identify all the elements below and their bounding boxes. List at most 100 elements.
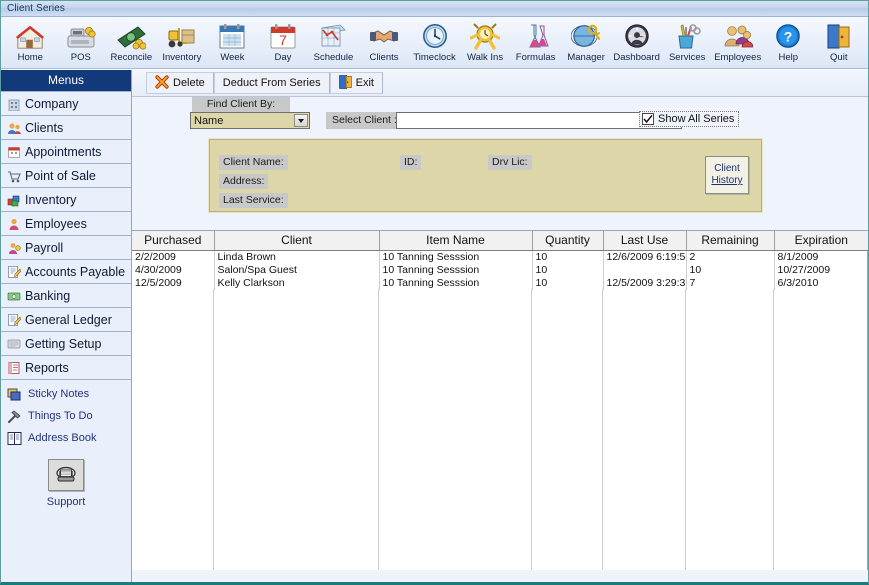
delete-button[interactable]: Delete [146, 72, 214, 94]
chevron-down-icon[interactable] [294, 114, 308, 127]
calendar-week-icon [217, 21, 247, 51]
sticky-note-icon [5, 387, 23, 402]
sidebar-item-clients[interactable]: Clients [1, 116, 131, 140]
table-cell: Salon/Spa Guest [214, 263, 380, 277]
sidebar-sub-item-label: Things To Do [28, 410, 93, 422]
gauge-person-icon [622, 21, 652, 51]
table-row[interactable]: 12/5/2009 Kelly Clarkson 10 Tanning Sesssi… [132, 276, 868, 290]
exit-button[interactable]: Exit [329, 72, 383, 94]
support-button[interactable]: Support [1, 459, 131, 508]
address-label: Address: [219, 174, 269, 189]
window-titlebar: Client Series [1, 1, 868, 17]
table-cell: 6/3/2010 [777, 276, 819, 289]
sidebar-item-company[interactable]: Company [1, 92, 131, 116]
svg-text:?: ? [784, 29, 793, 45]
action-toolbar: Delete Deduct From Series Exit [132, 70, 868, 97]
delete-x-icon [155, 74, 169, 92]
content-area: Delete Deduct From Series Exit Find Clie… [132, 70, 868, 582]
series-grid[interactable]: Purchased Client Item Name Quantity Last Use… [132, 230, 868, 570]
toolbar-button-formulas[interactable]: Formulas [510, 19, 561, 67]
sidebar-item-label: Company [25, 96, 79, 111]
sidebar-item-getting-setup[interactable]: Getting Setup [1, 332, 131, 356]
money-coins-icon [116, 21, 147, 51]
column-header[interactable]: Client [214, 231, 380, 251]
table-cell: 10 Tanning Sesssion [379, 276, 533, 290]
toolbar-button-schedule[interactable]: Schedule [308, 19, 359, 67]
table-row[interactable]: 2/2/2009 Linda Brown 10 Tanning Sesssion 10… [132, 250, 868, 264]
toolbar-button-day[interactable]: 7 Day [258, 19, 309, 67]
toolbar-button-quit[interactable]: Quit [814, 19, 865, 67]
sidebar-sub-item-label: Sticky Notes [28, 388, 90, 400]
client-history-button[interactable]: Client History [705, 156, 749, 194]
sidebar-item-label: Point of Sale [25, 168, 96, 183]
toolbar-button-employees[interactable]: Employees [712, 19, 763, 67]
toolbar-button-label: Dashboard [613, 52, 660, 63]
sidebar-item-payroll[interactable]: Payroll [1, 236, 131, 260]
table-cell: 7 [686, 276, 775, 290]
find-client-by-value: Name [194, 114, 224, 127]
calendar-icon [5, 145, 22, 159]
table-cell: 10 [686, 263, 775, 277]
payroll-icon [5, 241, 22, 255]
toolbar-button-label: Formulas [515, 52, 556, 63]
calendar-day-icon: 7 [268, 21, 298, 51]
column-header[interactable]: Purchased [132, 231, 215, 251]
client-name-label: Client Name: [219, 155, 288, 170]
sidebar-item-inventory[interactable]: Inventory [1, 188, 131, 212]
ledger-icon [5, 313, 22, 327]
toolbar-button-services[interactable]: Services [662, 19, 713, 67]
table-cell: 10/27/2009 [777, 263, 831, 276]
table-cell: 10 [532, 250, 604, 264]
toolbar-button-label: Help [778, 52, 798, 63]
checkbox-box[interactable] [642, 113, 654, 125]
sidebar-item-label: Appointments [25, 144, 102, 159]
toolbar-button-label: Quit [830, 52, 848, 63]
toolbar-button-help[interactable]: ? Help [763, 19, 814, 67]
exit-door-icon [338, 74, 352, 92]
show-all-series-checkbox[interactable]: Show All Series [639, 111, 740, 127]
sidebar-sub-item-address-book[interactable]: Address Book [1, 427, 131, 449]
sidebar-item-appointments[interactable]: Appointments [1, 140, 131, 164]
sidebar-sub-item-things-to-do[interactable]: Things To Do [1, 405, 131, 427]
exit-label: Exit [355, 77, 374, 89]
column-header[interactable]: Quantity [532, 231, 604, 251]
sidebar-item-banking[interactable]: Banking [1, 284, 131, 308]
column-header[interactable]: Item Name [379, 231, 533, 251]
toolbar-button-home[interactable]: Home [5, 19, 56, 67]
invoice-icon [5, 265, 22, 279]
table-row[interactable]: 4/30/2009 Salon/Spa Guest 10 Tanning Sesss… [132, 263, 868, 277]
exit-door-icon [824, 21, 854, 51]
table-cell: 12/5/2009 [132, 276, 215, 290]
address-book-icon [5, 431, 23, 446]
sidebar-item-employees[interactable]: Employees [1, 212, 131, 236]
find-client-by-select[interactable]: Name [190, 112, 310, 129]
sidebar-header: Menus [1, 70, 131, 92]
deduct-from-series-button[interactable]: Deduct From Series [213, 72, 330, 94]
column-header[interactable]: Expiration [774, 231, 868, 251]
toolbar-button-label: Walk Ins [467, 52, 504, 63]
table-cell [603, 263, 687, 277]
toolbar-button-week[interactable]: Week [207, 19, 258, 67]
sidebar-sub-list: Sticky Notes Things To Do Address Book [1, 380, 131, 449]
sidebar-item-reports[interactable]: Reports [1, 356, 131, 380]
sidebar-sub-item-sticky-notes[interactable]: Sticky Notes [1, 383, 131, 405]
money-icon [5, 289, 22, 303]
toolbar-button-reconcile[interactable]: Reconcile [106, 19, 157, 67]
sidebar-item-label: Reports [25, 360, 69, 375]
toolbar-button-inventory[interactable]: Inventory [157, 19, 208, 67]
table-cell: 2/2/2009 [132, 250, 215, 264]
toolbar-button-pos[interactable]: POS [56, 19, 107, 67]
column-header[interactable]: Last Use [603, 231, 687, 251]
sidebar-item-point-of-sale[interactable]: Point of Sale [1, 164, 131, 188]
toolbar-button-dashboard[interactable]: Dashboard [611, 19, 662, 67]
toolbar-button-label: Clients [369, 52, 399, 63]
column-header[interactable]: Remaining [686, 231, 775, 251]
toolbar-button-walk-ins[interactable]: Walk Ins [460, 19, 511, 67]
sidebar-item-general-ledger[interactable]: General Ledger [1, 308, 131, 332]
telephone-icon [48, 459, 84, 491]
sidebar-item-accounts-payable[interactable]: Accounts Payable [1, 260, 131, 284]
toolbar-button-manager[interactable]: Manager [561, 19, 612, 67]
toolbar-button-clients[interactable]: Clients [359, 19, 410, 67]
main-body: Menus Company Clients Appointments Point of… [1, 70, 868, 582]
toolbar-button-timeclock[interactable]: Timeclock [409, 19, 460, 67]
